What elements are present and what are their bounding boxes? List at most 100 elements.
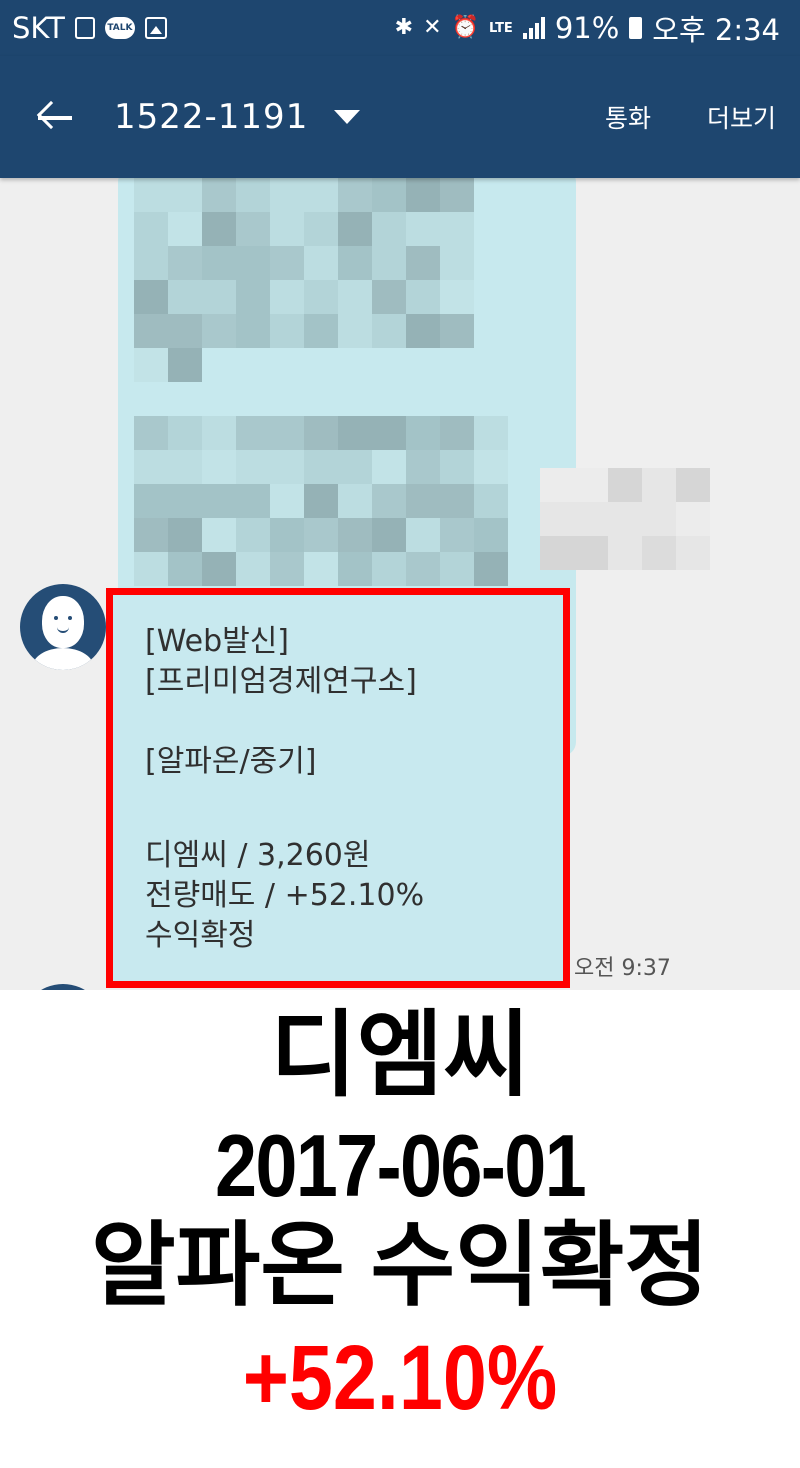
- mosaic-pixel: [440, 246, 474, 280]
- mosaic-pixel: [642, 536, 676, 570]
- battery-percent: 91%: [554, 11, 620, 45]
- mosaic-pixel: [338, 212, 372, 246]
- chat-area[interactable]: [Web발신] [프리미엄경제연구소] [알파온/중기] 디엠씨 / 3,260…: [0, 178, 800, 990]
- mosaic-pixel: [270, 246, 304, 280]
- message-timestamp: 오전 9:37: [574, 956, 671, 981]
- mosaic-pixel: [168, 246, 202, 280]
- mosaic-pixel: [642, 502, 676, 536]
- mosaic-pixel: [270, 178, 304, 212]
- mosaic-pixel: [372, 212, 406, 246]
- mosaic-pixel: [202, 280, 236, 314]
- mosaic-pixel: [372, 450, 406, 484]
- mosaic-pixel: [236, 178, 270, 212]
- mosaic-pixel: [236, 552, 270, 586]
- mosaic-pixel: [608, 502, 642, 536]
- talk-badge-label: TALK: [107, 23, 133, 33]
- clock: 오후 2:34: [652, 13, 780, 47]
- mosaic-pixel: [168, 552, 202, 586]
- mosaic-pixel: [168, 280, 202, 314]
- app-bar: 1522-1191 통화 더보기: [0, 56, 800, 178]
- avatar-eye-right: [68, 616, 72, 620]
- message-line: [알파온/중기]: [145, 744, 317, 779]
- mosaic-pixel: [474, 518, 508, 552]
- highlighted-message-bubble[interactable]: [Web발신] [프리미엄경제연구소] [알파온/중기] 디엠씨 / 3,260…: [106, 588, 570, 988]
- mosaic-pixel: [540, 536, 574, 570]
- mosaic-pixel: [270, 212, 304, 246]
- call-button[interactable]: 통화: [605, 99, 651, 135]
- back-arrow-icon[interactable]: [34, 97, 74, 137]
- mosaic-pixel: [202, 212, 236, 246]
- message-line: [프리미엄경제연구소]: [145, 664, 417, 699]
- mosaic-pixel: [168, 518, 202, 552]
- mosaic-pixel: [338, 280, 372, 314]
- conversation-title[interactable]: 1522-1191: [114, 97, 308, 137]
- mosaic-pixel: [168, 348, 202, 382]
- mosaic-pixel: [338, 518, 372, 552]
- mosaic-pixel: [134, 484, 168, 518]
- battery-charging-icon: [629, 17, 643, 39]
- more-button[interactable]: 더보기: [707, 99, 776, 135]
- mosaic-pixel: [270, 552, 304, 586]
- mosaic-pixel: [372, 484, 406, 518]
- mosaic-pixel: [236, 416, 270, 450]
- mosaic-pixel: [406, 552, 440, 586]
- mosaic-pixel: [236, 280, 270, 314]
- mosaic-pixel: [372, 280, 406, 314]
- mosaic-pixel: [372, 416, 406, 450]
- mosaic-pixel: [608, 468, 642, 502]
- mosaic-pixel: [474, 484, 508, 518]
- mosaic-pixel: [338, 314, 372, 348]
- mosaic-pixel: [338, 178, 372, 212]
- mosaic-pixel: [406, 246, 440, 280]
- mosaic-pixel: [304, 178, 338, 212]
- caption-stock-name: 디엠씨: [270, 1002, 530, 1107]
- mosaic-pixel: [406, 518, 440, 552]
- mosaic-pixel: [642, 468, 676, 502]
- mosaic-pixel: [270, 484, 304, 518]
- mosaic-pixel: [406, 212, 440, 246]
- avatar-face: [42, 596, 84, 648]
- mosaic-pixel: [304, 450, 338, 484]
- mosaic-pixel: [236, 518, 270, 552]
- mosaic-pixel: [304, 314, 338, 348]
- mosaic-pixel: [372, 552, 406, 586]
- mosaic-pixel: [474, 450, 508, 484]
- dropdown-icon[interactable]: [334, 110, 361, 124]
- mosaic-pixel: [474, 552, 508, 586]
- mosaic-pixel: [134, 348, 168, 382]
- bluetooth-icon: ✱: [394, 15, 414, 40]
- alarm-icon: ⏰: [451, 15, 479, 40]
- status-bar-left: SKT TALK: [12, 11, 167, 45]
- caption-return: +52.10%: [242, 1327, 558, 1429]
- carrier-label: SKT: [12, 11, 65, 45]
- mosaic-pixel: [406, 280, 440, 314]
- mosaic-pixel: [540, 468, 574, 502]
- mosaic-pixel: [574, 468, 608, 502]
- mosaic-pixel: [338, 416, 372, 450]
- mosaic-pixel: [406, 416, 440, 450]
- mosaic-pixel: [372, 518, 406, 552]
- mosaic-pixel: [304, 212, 338, 246]
- lte-icon: LTE: [488, 20, 513, 36]
- mosaic-pixel: [202, 178, 236, 212]
- mosaic-pixel: [338, 484, 372, 518]
- message-line: 수익확정: [145, 918, 256, 953]
- mosaic-pixel: [168, 178, 202, 212]
- mosaic-pixel: [168, 484, 202, 518]
- sender-avatar[interactable]: [20, 584, 106, 670]
- mosaic-pixel: [304, 246, 338, 280]
- mosaic-pixel: [440, 552, 474, 586]
- mosaic-pixel: [304, 416, 338, 450]
- signal-icon: [522, 17, 545, 39]
- mosaic-pixel: [134, 518, 168, 552]
- mosaic-pixel: [236, 246, 270, 280]
- mosaic-pixel: [134, 552, 168, 586]
- mosaic-pixel: [372, 246, 406, 280]
- mosaic-pixel: [134, 314, 168, 348]
- mosaic-pixel: [270, 518, 304, 552]
- mosaic-pixel: [474, 416, 508, 450]
- mosaic-pixel: [304, 280, 338, 314]
- mosaic-pixel: [440, 484, 474, 518]
- mosaic-pixel: [168, 314, 202, 348]
- status-bar-right: ✱ ✕ ⏰ LTE 91% 오후 2:34: [395, 7, 780, 49]
